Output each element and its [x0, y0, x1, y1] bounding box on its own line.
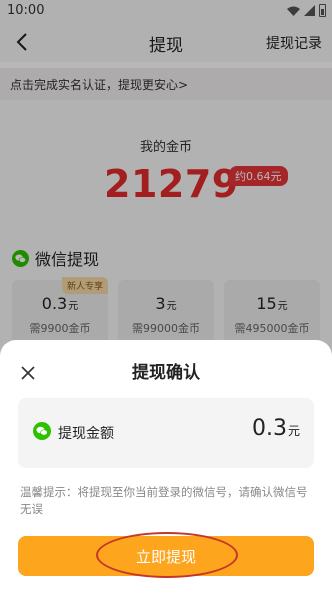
dialog-title: 提现确认	[132, 363, 200, 383]
withdraw-amount-label: 提现金额	[58, 426, 114, 442]
withdraw-amount-number: 0.3	[251, 416, 287, 441]
withdraw-notice: 温馨提示：将提现至你当前登录的微信号，请确认微信号无误	[20, 485, 308, 516]
withdraw-amount-box: 提现金额 0.3元	[18, 398, 314, 468]
withdraw-confirm-sheet: 提现确认 提现金额 0.3元 温馨提示：将提现至你当前登录的微信号，请确认微信号…	[0, 340, 332, 607]
withdraw-amount-unit: 元	[287, 424, 300, 438]
wechat-icon	[33, 422, 51, 440]
withdraw-amount-value: 0.3元	[252, 416, 300, 441]
annotation-ellipse	[96, 532, 238, 578]
